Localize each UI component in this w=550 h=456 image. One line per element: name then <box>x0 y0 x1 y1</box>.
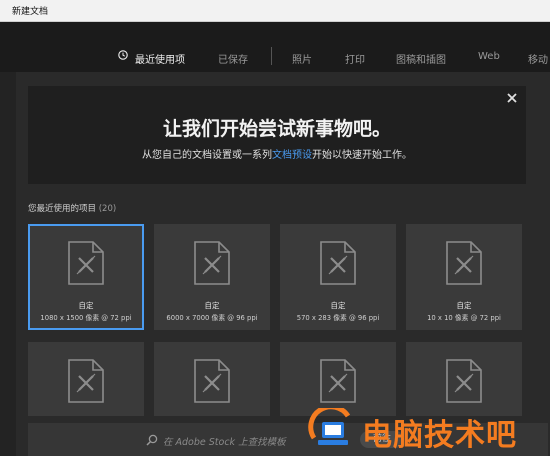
banner-sub-before: 从您自己的文档设置或一系列 <box>142 150 272 161</box>
stock-search-placeholder: 在 Adobe Stock 上查找模板 <box>163 437 286 448</box>
close-icon[interactable] <box>504 90 520 106</box>
banner-sub-after: 开始以快速开始工作。 <box>312 150 412 161</box>
recent-item-card[interactable] <box>28 342 144 416</box>
top-strip <box>0 22 550 42</box>
tab-label: 最近使用项 <box>135 55 185 66</box>
document-presets-link[interactable]: 文档预设 <box>272 150 312 161</box>
tab-label: 图稿和插图 <box>396 55 446 66</box>
item-dimensions: 10 x 10 像素 @ 72 ppi <box>427 314 501 322</box>
banner-subtitle: 从您自己的文档设置或一系列文档预设开始以快速开始工作。 <box>28 146 526 161</box>
document-icon <box>446 241 482 285</box>
watermark: 电脑技术吧 <box>302 404 550 456</box>
tab-label: 已保存 <box>218 55 248 66</box>
document-icon <box>194 241 230 285</box>
banner-title: 让我们开始尝试新事物吧。 <box>162 118 391 140</box>
tab-web[interactable]: Web <box>478 51 500 62</box>
item-dimensions: 1080 x 1500 像素 @ 72 ppi <box>40 314 132 322</box>
document-icon <box>320 241 356 285</box>
recent-item-card[interactable] <box>154 342 270 416</box>
document-icon <box>68 241 104 285</box>
welcome-banner: 让我们开始尝试新事物吧。 从您自己的文档设置或一系列文档预设开始以快速开始工作。 <box>28 86 526 184</box>
tab-label: 照片 <box>292 55 312 66</box>
recent-item-card[interactable]: 自定 570 x 283 像素 @ 96 ppi <box>280 224 396 330</box>
tab-label: 移动 <box>528 55 548 66</box>
item-name: 自定 <box>204 301 220 310</box>
document-icon <box>68 359 104 403</box>
watermark-logo-icon <box>308 408 351 445</box>
recent-item-card[interactable]: 自定 10 x 10 像素 @ 72 ppi <box>406 224 522 330</box>
document-icon <box>320 359 356 403</box>
item-dimensions: 570 x 283 像素 @ 96 ppi <box>296 314 380 322</box>
document-icon <box>446 359 482 403</box>
item-name: 自定 <box>456 301 472 310</box>
recent-count: (20) <box>98 204 117 214</box>
item-name: 自定 <box>330 301 346 310</box>
tab-label: Web <box>478 51 500 62</box>
clock-icon <box>118 50 128 60</box>
tab-saved[interactable]: 已保存 <box>218 51 248 66</box>
search-icon <box>146 434 158 446</box>
tab-recent[interactable]: 最近使用项 <box>118 50 185 66</box>
tab-label: 打印 <box>345 55 365 66</box>
item-name: 自定 <box>78 301 94 310</box>
document-icon <box>194 359 230 403</box>
tab-divider <box>271 47 272 65</box>
item-dimensions: 6000 x 7000 像素 @ 96 ppi <box>166 314 258 322</box>
recent-item-card[interactable]: 自定 6000 x 7000 像素 @ 96 ppi <box>154 224 270 330</box>
recent-item-card[interactable]: 自定 1080 x 1500 像素 @ 72 ppi <box>28 224 144 330</box>
main-panel: 让我们开始尝试新事物吧。 从您自己的文档设置或一系列文档预设开始以快速开始工作。… <box>16 72 550 456</box>
tab-photo[interactable]: 照片 <box>292 51 312 66</box>
tab-art-illustration[interactable]: 图稿和插图 <box>396 51 446 66</box>
watermark-text: 电脑技术吧 <box>362 418 517 453</box>
recent-items-label: 您最近使用的项目 (20) <box>28 202 116 214</box>
title-bar: 新建文档 <box>0 0 550 22</box>
tab-bar: 最近使用项 已保存 照片 打印 图稿和插图 Web 移动 <box>0 42 550 72</box>
tab-mobile[interactable]: 移动 <box>528 51 548 66</box>
tab-print[interactable]: 打印 <box>345 51 365 66</box>
window-title: 新建文档 <box>12 7 49 17</box>
recent-label-text: 您最近使用的项目 <box>28 204 97 214</box>
